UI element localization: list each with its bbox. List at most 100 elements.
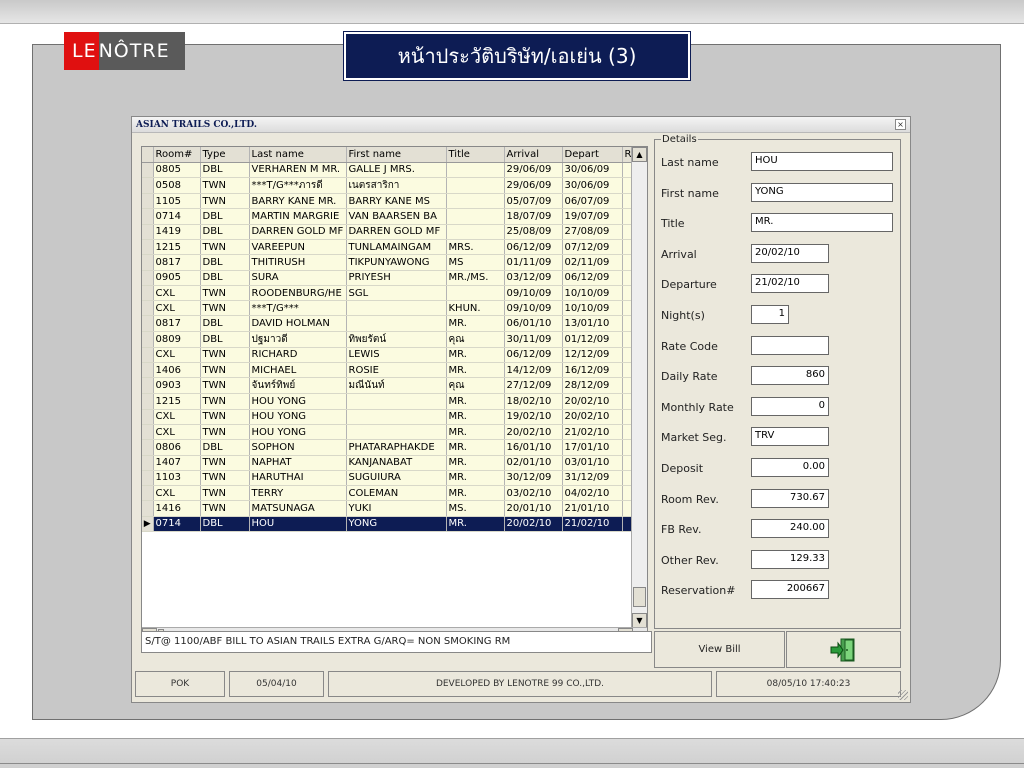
status-date: 05/04/10 [229,671,324,697]
column-header-first-name[interactable]: First name [346,147,447,163]
detail-field-deposit[interactable]: 0.00 [751,458,829,477]
row-indicator[interactable] [142,331,154,348]
row-indicator[interactable] [142,315,154,332]
table-row[interactable]: 0817 DBL DAVID HOLMAN MR. 06/01/10 13/01/10 [142,315,635,332]
exit-button[interactable] [786,631,901,668]
detail-field-departure[interactable]: 21/02/10 [751,274,829,294]
table-row[interactable]: 1416 TWN MATSUNAGA YUKI MS. 20/01/10 21/01/10 [142,500,635,517]
table-row[interactable]: CXL TWN HOU YONG MR. 20/02/10 21/02/10 [142,424,635,441]
row-indicator[interactable] [142,362,154,379]
scroll-up-icon[interactable]: ▲ [632,147,647,162]
row-indicator[interactable] [142,377,154,395]
cell-last-name: ROODENBURG/HE [249,285,347,302]
close-icon[interactable]: × [895,119,906,130]
detail-field-monthly-rate[interactable]: 0 [751,396,829,416]
row-indicator[interactable] [142,393,154,410]
scroll-down-icon[interactable]: ▼ [632,613,647,628]
table-row[interactable]: 0714 DBL MARTIN MARGRIE VAN BAARSEN BA 18/07… [142,208,635,225]
row-indicator[interactable] [142,208,154,225]
table-row[interactable]: 0903 TWN จันทร์ทิพย์ มณีนันท์ คุณ 27/12/09 28/… [142,377,635,395]
table-row[interactable]: 1103 TWN HARUTHAI SUGUIURA MR. 30/12/09 31/12/… [142,470,635,487]
table-row[interactable]: 1215 TWN HOU YONG MR. 18/02/10 20/02/10 [142,393,635,410]
detail-field-last-name[interactable]: HOU [751,152,893,171]
detail-field-daily-rate[interactable]: 860 [751,366,829,386]
row-indicator[interactable] [142,470,154,487]
table-row[interactable]: 0806 DBL SOPHON PHATARAPHAKDE MR. 16/01/10 17/… [142,439,635,456]
row-indicator[interactable] [142,347,154,364]
table-row[interactable]: 0508 TWN ***T/G***ภารดี เนตรสาริกา 29/06/09 3… [142,177,635,195]
table-row[interactable]: 1215 TWN VAREEPUN TUNLAMAINGAM MRS. 06/12/09 0… [142,239,635,256]
grid-vertical-scrollbar[interactable]: ▲ ▼ [631,147,647,628]
table-row[interactable]: 1105 TWN BARRY KANE MR. BARRY KANE MS 05/07/… [142,193,635,210]
view-bill-label: View Bill [698,644,741,655]
table-row[interactable]: CXL TWN ROODENBURG/HE SGL 09/10/09 10/10/09 [142,285,635,302]
detail-row: Rate Code [655,335,902,356]
cell-arrival: 29/06/09 [504,177,563,195]
detail-field-reservation[interactable]: 200667 [751,580,829,600]
table-row[interactable]: CXL TWN RICHARD LEWIS MR. 06/12/09 12/12/09 [142,347,635,364]
row-indicator[interactable] [142,193,154,210]
table-row[interactable]: 1407 TWN NAPHAT KANJANABAT MR. 02/01/10 03/01/… [142,455,635,471]
column-header-room[interactable]: Room# [153,147,201,163]
detail-field-room-rev[interactable]: 730.67 [751,488,829,508]
resize-grip-icon[interactable] [898,690,908,700]
column-header-last-name[interactable]: Last name [249,147,347,163]
remark-field[interactable]: S/T@ 1100/ABF BILL TO ASIAN TRAILS EXTRA… [141,631,652,653]
column-header-arrival[interactable]: Arrival [504,147,563,163]
cell-arrival: 03/12/09 [504,270,563,286]
cell-first-name: LEWIS [346,347,447,364]
cell-type: DBL [200,208,250,225]
row-indicator[interactable] [142,270,154,286]
row-indicator[interactable] [142,224,154,240]
detail-field-other-rev[interactable]: 129.33 [751,549,829,569]
window-title: ASIAN TRAILS CO.,LTD. [136,119,258,130]
table-row[interactable]: CXL TWN ***T/G*** KHUN. 09/10/09 10/10/09 [142,300,635,317]
row-indicator[interactable] [142,485,154,502]
column-header-type[interactable]: Type [200,147,250,163]
table-row[interactable]: 0817 DBL THITIRUSH TIKPUNYAWONG MS 01/11/09 02… [142,254,635,271]
row-indicator[interactable] [142,285,154,302]
row-indicator[interactable] [142,424,154,441]
detail-field-rate-code[interactable] [751,335,829,355]
vertical-scroll-thumb[interactable] [633,587,646,607]
cell-last-name: ***T/G***ภารดี [249,177,347,195]
row-indicator[interactable] [142,439,154,456]
column-header-depart[interactable]: Depart [562,147,623,163]
cell-arrival: 19/02/10 [504,409,563,425]
cell-title [446,224,505,240]
reservation-grid[interactable]: Room# Type Last name First name Title Ar… [141,146,648,644]
detail-field-night-s[interactable]: 1 [751,305,789,324]
row-indicator[interactable] [142,239,154,256]
row-indicator[interactable] [142,300,154,317]
table-row[interactable]: CXL TWN TERRY COLEMAN MR. 03/02/10 04/02/10 [142,485,635,502]
table-row[interactable]: 1406 TWN MICHAEL ROSIE MR. 14/12/09 16/12/09 [142,362,635,379]
column-header-title[interactable]: Title [446,147,505,163]
cell-first-name: YUKI [346,500,447,517]
logo-le: LE [64,32,99,70]
row-indicator[interactable] [142,500,154,517]
row-indicator[interactable] [142,177,154,195]
row-indicator[interactable]: ▶ [142,516,154,533]
row-indicator[interactable] [142,409,154,425]
detail-field-arrival[interactable]: 20/02/10 [751,243,829,263]
row-indicator[interactable] [142,254,154,271]
detail-field-first-name[interactable]: YONG [751,182,893,202]
detail-row: Departure 21/02/10 [655,274,902,294]
table-row[interactable]: 0905 DBL SURA PRIYESH MR./MS. 03/12/09 06/12/0… [142,270,635,286]
row-indicator[interactable] [142,455,154,471]
table-row[interactable]: 0809 DBL ปฐมาวดี ทิพยรัตน์ คุณ 30/11/09 01/12/… [142,331,635,348]
detail-field-fb-rev[interactable]: 240.00 [751,519,829,539]
table-row[interactable]: 1419 DBL DARREN GOLD MF DARREN GOLD MF 25/08… [142,224,635,240]
table-row[interactable]: CXL TWN HOU YONG MR. 19/02/10 20/02/10 [142,409,635,425]
detail-label: Departure [661,278,717,292]
cell-type: DBL [200,162,250,179]
cell-room: 0714 [153,516,201,533]
cell-last-name: HOU YONG [249,409,347,425]
row-indicator[interactable] [142,162,154,179]
view-bill-button[interactable]: View Bill [654,631,785,668]
table-row[interactable]: ▶ 0714 DBL HOU YONG MR. 20/02/10 21/02/10 [142,516,635,533]
detail-field-market-seg[interactable]: TRV [751,427,829,447]
cell-arrival: 30/11/09 [504,331,563,348]
table-row[interactable]: 0805 DBL VERHAREN M MR. GALLE J MRS. 29/06/0… [142,162,635,179]
detail-field-title[interactable]: MR. [751,213,893,233]
